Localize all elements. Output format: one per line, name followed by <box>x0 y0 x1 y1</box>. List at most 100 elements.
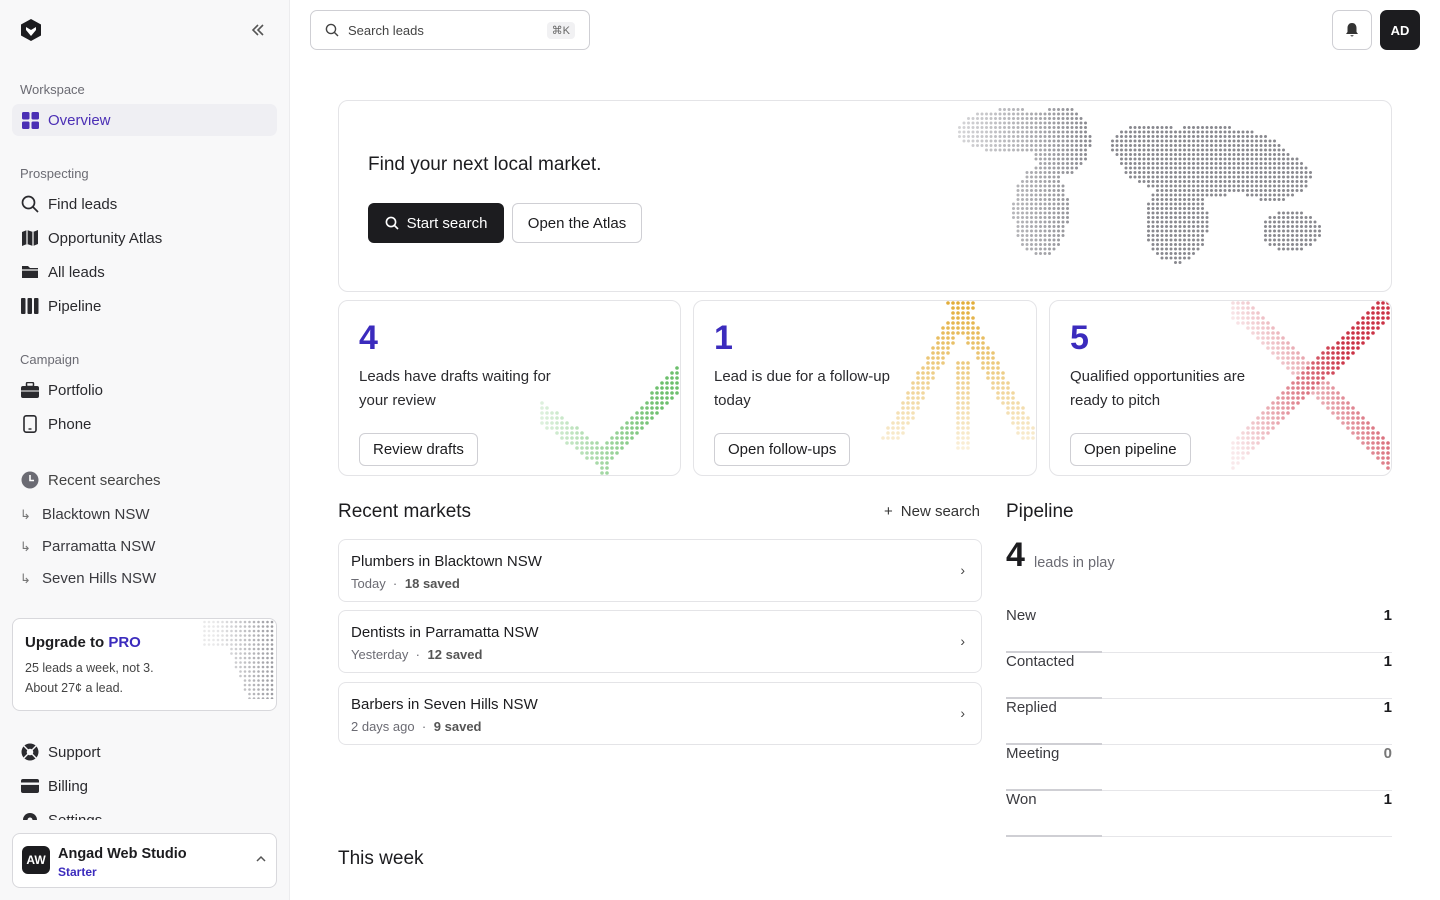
recent-search-item[interactable]: ↳ Parramatta NSW <box>20 538 155 555</box>
market-row[interactable]: Plumbers in Blacktown NSW Today · 18 sav… <box>338 539 982 602</box>
decoration-dot <box>1281 361 1285 365</box>
decoration-dot <box>1196 148 1200 152</box>
decoration-dot <box>1300 171 1303 174</box>
decoration-dot <box>1277 211 1281 215</box>
decoration-dot <box>1129 130 1132 134</box>
new-search-button[interactable]: + New search <box>884 503 980 520</box>
decoration-dot <box>1031 431 1035 435</box>
sidebar-item-label: Overview <box>48 111 111 129</box>
sidebar-item-support[interactable]: Support <box>12 736 277 768</box>
open-atlas-button[interactable]: Open the Atlas <box>512 203 642 243</box>
decoration-dot <box>991 371 995 375</box>
sidebar-item-overview[interactable]: Overview <box>12 104 277 136</box>
decoration-dot <box>1030 216 1033 219</box>
decoration-dot <box>610 436 614 440</box>
decoration-dot <box>1271 336 1275 340</box>
decoration-dot <box>230 629 233 633</box>
decoration-dot <box>1271 351 1275 355</box>
pipeline-stage-row[interactable]: Replied 1 <box>1006 699 1392 745</box>
market-row[interactable]: Barbers in Seven Hills NSW 2 days ago · … <box>338 682 982 745</box>
sidebar-item-pipeline[interactable]: Pipeline <box>12 290 277 322</box>
sidebar-item-recent-searches[interactable]: Recent searches <box>12 464 277 496</box>
decoration-dot <box>1052 198 1056 201</box>
decoration-dot <box>221 638 224 642</box>
decoration-dot <box>1006 396 1010 400</box>
decoration-dot <box>1228 171 1231 174</box>
decoration-dot <box>248 643 251 646</box>
decoration-dot <box>555 416 559 420</box>
decoration-dot <box>1205 130 1209 134</box>
pipeline-stage-row[interactable]: Meeting 0 <box>1006 745 1392 791</box>
decoration-dot <box>1061 130 1065 134</box>
upgrade-card[interactable]: Upgrade to PRO 25 leads a week, not 3. A… <box>12 618 277 711</box>
decoration-dot <box>1048 247 1051 251</box>
decoration-dot <box>1061 108 1065 111</box>
followups-count: 1 <box>714 319 733 357</box>
decoration-dot <box>620 436 624 440</box>
decoration-dot <box>1271 341 1275 345</box>
decoration-dot <box>1295 247 1299 251</box>
sidebar-item-billing[interactable]: Billing <box>12 770 277 802</box>
decoration-dot <box>266 688 269 691</box>
sidebar-item-all-leads[interactable]: All leads <box>12 256 277 288</box>
decoration-dot <box>1156 216 1159 219</box>
sidebar-item-find-leads[interactable]: Find leads <box>12 188 277 220</box>
decoration-dot <box>1232 180 1236 183</box>
decoration-dot <box>540 416 544 420</box>
decoration-dot <box>1291 371 1295 375</box>
search-input[interactable]: Search leads ⌘K <box>310 10 590 50</box>
decoration-dot <box>1165 139 1168 143</box>
decoration-dot <box>1291 366 1295 370</box>
sidebar-item-portfolio[interactable]: Portfolio <box>12 374 277 406</box>
decoration-dot <box>1030 148 1033 152</box>
decoration-dot <box>207 638 211 642</box>
review-drafts-button[interactable]: Review drafts <box>359 433 478 466</box>
sidebar-item-opportunity-atlas[interactable]: Opportunity Atlas <box>12 222 277 254</box>
decoration-dot <box>1261 316 1265 320</box>
market-when: 2 days ago <box>351 719 415 734</box>
market-row[interactable]: Dentists in Parramatta NSW Yesterday · 1… <box>338 610 982 673</box>
decoration-dot <box>1346 406 1350 410</box>
decoration-dot <box>665 396 669 400</box>
decoration-dot <box>625 426 629 430</box>
decoration-dot <box>1034 153 1038 156</box>
decoration-dot <box>266 652 269 655</box>
decoration-dot <box>1169 148 1173 152</box>
decoration-dot <box>261 697 265 699</box>
app-logo-icon[interactable] <box>20 18 42 42</box>
user-avatar-button[interactable]: AD <box>1380 10 1420 50</box>
decoration-dot <box>1381 436 1385 440</box>
start-search-button[interactable]: Start search <box>368 203 504 243</box>
open-followups-button[interactable]: Open follow-ups <box>714 433 851 466</box>
decoration-dot <box>670 396 674 400</box>
open-pipeline-button[interactable]: Open pipeline <box>1070 433 1191 466</box>
sidebar-item-label: Settings <box>48 811 103 821</box>
recent-search-item[interactable]: ↳ Blacktown NSW <box>20 506 150 523</box>
decoration-dot <box>976 356 980 360</box>
pipeline-stage-row[interactable]: New 1 <box>1006 607 1392 653</box>
account-switcher[interactable]: AW Angad Web Studio Starter <box>12 833 277 888</box>
stage-name: Replied <box>1006 699 1057 716</box>
sidebar-item-settings[interactable]: Settings <box>12 806 277 820</box>
decoration-dot <box>1048 216 1051 219</box>
sidebar-item-label: Billing <box>48 777 89 795</box>
recent-search-item[interactable]: ↳ Seven Hills NSW <box>20 570 156 587</box>
pipeline-stage-row[interactable]: Contacted 1 <box>1006 653 1392 699</box>
decoration-dot <box>1236 306 1240 310</box>
decoration-dot <box>971 346 975 350</box>
decoration-dot <box>555 426 559 430</box>
decoration-dot <box>966 441 970 445</box>
decoration-dot <box>1165 220 1168 224</box>
decoration-dot <box>1282 238 1285 242</box>
decoration-dot <box>1052 234 1056 237</box>
decoration-dot <box>1142 166 1146 170</box>
collapse-sidebar-icon[interactable] <box>248 20 270 40</box>
decoration-dot <box>1048 130 1051 134</box>
decoration-dot <box>1048 126 1051 129</box>
notifications-button[interactable] <box>1332 10 1372 50</box>
decoration-dot <box>1034 252 1038 255</box>
decoration-dot <box>1043 252 1047 255</box>
sidebar-item-phone[interactable]: Phone <box>12 408 277 440</box>
pipeline-stage-row[interactable]: Won 1 <box>1006 791 1392 837</box>
decoration-dot <box>1111 148 1114 152</box>
